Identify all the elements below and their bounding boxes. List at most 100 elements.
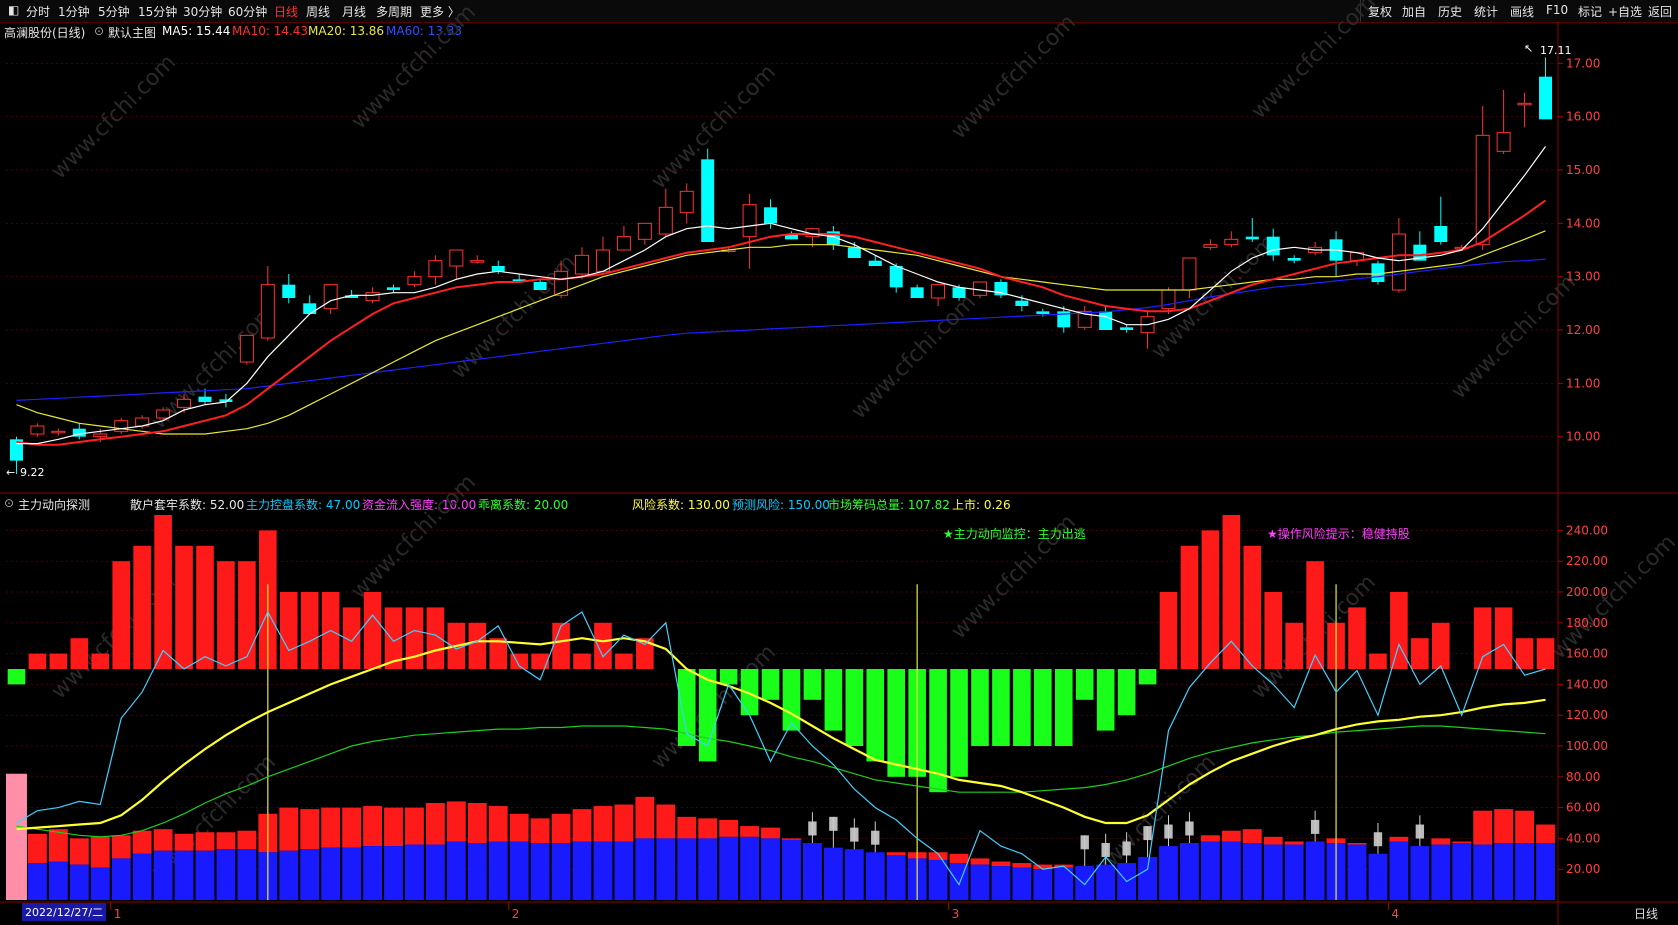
watermark-text: www.cfchi.com xyxy=(47,50,181,184)
tf-daily[interactable]: 日线 xyxy=(274,3,298,20)
red-volume-bar xyxy=(27,833,47,864)
red-signal-bar xyxy=(363,592,382,669)
watermark-text: www.cfchi.com xyxy=(647,640,781,774)
candle-body xyxy=(239,334,254,363)
ind-tick-label: 220.00 xyxy=(1566,554,1608,568)
green-signal-bar xyxy=(740,669,759,716)
tf-more[interactable]: 更多 〉 xyxy=(420,3,460,20)
red-volume-bar xyxy=(384,807,403,847)
blue-volume-bar xyxy=(1347,844,1367,900)
red-volume-bar xyxy=(425,802,445,845)
red-volume-bar xyxy=(405,807,424,845)
btn-add[interactable]: 加自 xyxy=(1402,3,1426,20)
candle-body xyxy=(1077,310,1092,328)
stock-name: 高澜股份(日线) xyxy=(4,26,86,40)
indicator-name[interactable]: 主力动向探测 xyxy=(18,496,90,513)
btn-mark[interactable]: 标记 xyxy=(1578,3,1602,20)
divider xyxy=(1360,0,1361,22)
btn-watchlist[interactable]: +自选 xyxy=(1608,3,1642,20)
blue-volume-bar xyxy=(740,836,760,900)
btn-history[interactable]: 历史 xyxy=(1438,3,1462,20)
green-signal-bar xyxy=(866,669,885,762)
gray-marker xyxy=(850,827,859,842)
candle-body xyxy=(784,234,798,240)
tf-5min[interactable]: 5分钟 xyxy=(98,3,130,20)
blue-volume-bar xyxy=(865,852,885,900)
red-signal-bar xyxy=(259,530,277,669)
candle-body xyxy=(742,204,757,238)
red-signal-bar xyxy=(154,515,172,669)
btn-stats[interactable]: 统计 xyxy=(1474,3,1498,20)
blue-volume-bar xyxy=(467,843,487,900)
tf-weekly[interactable]: 周线 xyxy=(306,3,330,20)
indicator-info: ⊙ 主力动向探测 散户套牢系数: 52.00 主力控盘系数: 47.00 资金流… xyxy=(0,495,1600,513)
red-signal-bar xyxy=(1159,592,1178,669)
tf-30min[interactable]: 30分钟 xyxy=(183,3,222,20)
red-volume-bar xyxy=(1326,838,1346,844)
red-signal-bar xyxy=(531,653,549,669)
green-signal-bar xyxy=(803,669,822,700)
main-tick-label: 12.00 xyxy=(1566,323,1600,337)
green-signal-bar xyxy=(719,669,738,685)
candle-body xyxy=(1475,134,1490,246)
candle-body xyxy=(449,249,464,267)
red-signal-bar xyxy=(636,638,654,669)
green-signal-bar xyxy=(677,669,696,746)
red-volume-bar xyxy=(90,836,110,868)
red-volume-bar xyxy=(111,835,131,859)
btn-f10[interactable]: F10 xyxy=(1546,3,1568,17)
low-arrow-icon: ← xyxy=(6,466,15,479)
tf-1min[interactable]: 1分钟 xyxy=(58,3,90,20)
btn-fuquan[interactable]: 复权 xyxy=(1368,3,1392,20)
btn-back[interactable]: 返回 xyxy=(1648,3,1672,20)
template-label[interactable]: 默认主图 xyxy=(108,24,156,41)
red-volume-bar xyxy=(677,816,697,839)
tf-fenshi[interactable]: 分时 xyxy=(26,3,50,20)
red-volume-bar xyxy=(132,830,152,854)
candle-body xyxy=(1036,311,1050,314)
blue-volume-bar xyxy=(719,836,739,900)
blue-volume-bar xyxy=(1410,846,1430,900)
blue-volume-bar xyxy=(300,849,320,900)
green-signal-bar xyxy=(929,669,947,793)
red-volume-bar xyxy=(1200,835,1220,842)
candle-body xyxy=(156,409,171,419)
blue-volume-bar xyxy=(1284,844,1304,900)
red-signal-bar xyxy=(300,592,319,669)
candle-body xyxy=(345,295,359,298)
red-signal-bar xyxy=(1494,607,1513,669)
blue-volume-bar xyxy=(216,849,236,900)
param-chips: 市场筹码总量: 107.82 xyxy=(828,498,950,512)
main-tick-label: 16.00 xyxy=(1566,110,1600,124)
tf-15min[interactable]: 15分钟 xyxy=(138,3,177,20)
blue-volume-bar xyxy=(488,841,508,900)
red-volume-bar xyxy=(1033,864,1053,870)
ind-tick-label: 240.00 xyxy=(1566,523,1608,537)
blue-volume-bar xyxy=(1473,844,1493,900)
indicator-dropdown-icon[interactable]: ⊙ xyxy=(4,496,14,510)
main-tick-label: 15.00 xyxy=(1566,163,1600,177)
red-volume-bar xyxy=(1012,863,1032,868)
candle-body xyxy=(303,303,317,314)
red-volume-bar xyxy=(614,804,634,842)
blue-volume-bar xyxy=(174,850,194,900)
red-signal-bar xyxy=(28,653,47,669)
red-signal-bar xyxy=(489,638,508,669)
red-volume-bar xyxy=(174,833,194,851)
red-signal-bar xyxy=(1264,592,1283,669)
month-label: 2 xyxy=(512,907,520,921)
watermark-text: www.cfchi.com xyxy=(147,750,281,884)
tf-monthly[interactable]: 月线 xyxy=(342,3,366,20)
red-signal-bar xyxy=(1432,622,1450,669)
window-menu-icon[interactable]: ◧ xyxy=(8,3,19,17)
tf-60min[interactable]: 60分钟 xyxy=(228,3,267,20)
blue-volume-bar xyxy=(802,843,822,900)
template-dropdown-icon[interactable]: ⊙ xyxy=(94,24,104,38)
btn-draw[interactable]: 画线 xyxy=(1510,3,1534,20)
param-deviation: 乖离系数: 20.00 xyxy=(478,498,569,512)
ind-tick-label: 60.00 xyxy=(1566,801,1600,815)
red-signal-bar xyxy=(279,592,298,669)
chart-canvas[interactable]: www.cfchi.com www.cfchi.com www.cfchi.com w… xyxy=(0,0,1678,925)
tf-multi[interactable]: 多周期 xyxy=(376,3,412,20)
green-signal-bar xyxy=(1034,669,1052,746)
